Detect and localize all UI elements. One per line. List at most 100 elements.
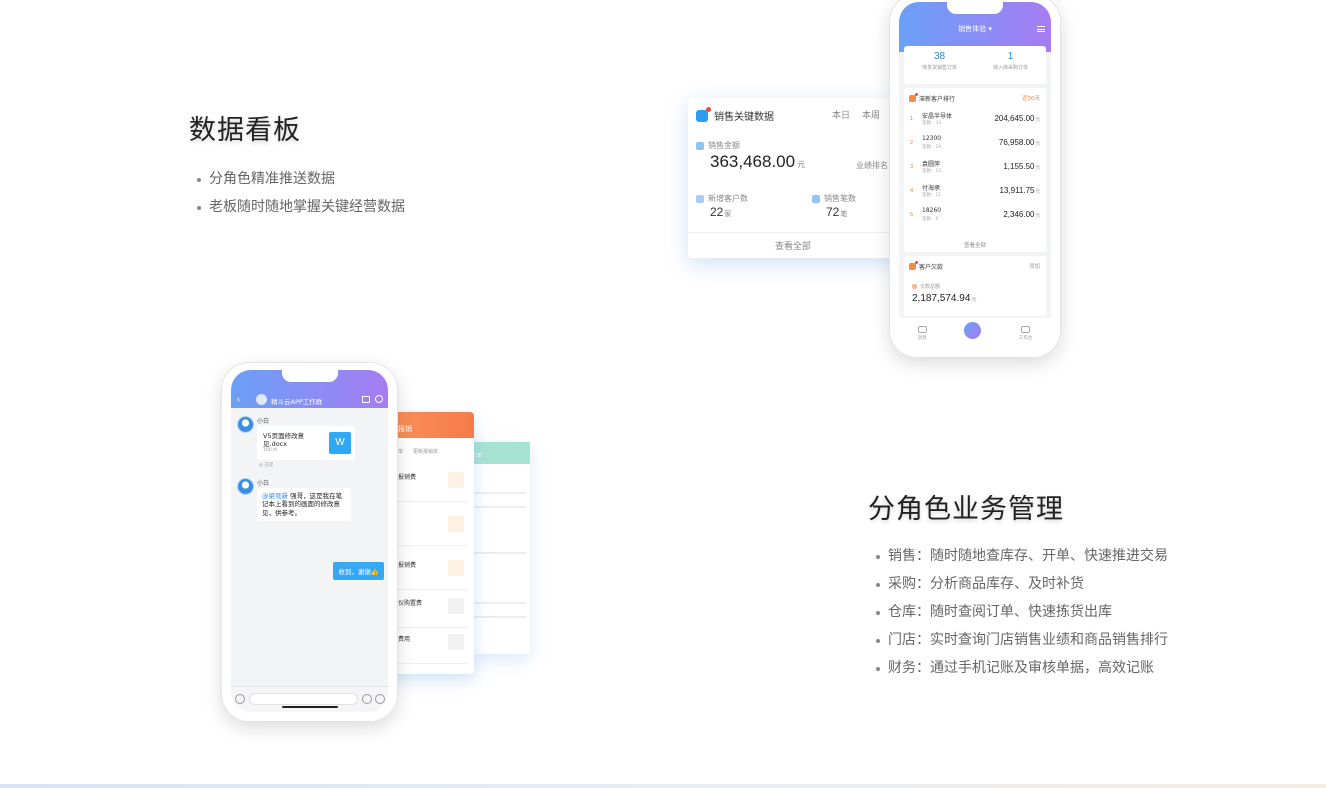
home-indicator — [281, 706, 338, 708]
expense-tabs: 单 更新报销单 — [398, 448, 438, 455]
stat-pending-shipment[interactable]: 38 待发货销售订单 — [904, 46, 975, 84]
stat-pending-inbound[interactable]: 1 待入库采购订单 — [975, 46, 1046, 84]
tab-update[interactable]: 更新报销单 — [413, 448, 438, 455]
grid-icon — [1021, 325, 1030, 333]
list-item: 分角色精准推送数据 — [193, 165, 405, 193]
sales-amount-value: 363,468.00 元 — [710, 152, 806, 171]
list-item: 门店：实时查询门店销售业绩和商品销售排行 — [872, 626, 1168, 654]
work-order-preview-card: 工单 — [468, 442, 530, 654]
word-doc-icon: W — [329, 432, 351, 454]
sender-name: 小白 — [257, 480, 270, 487]
read-status: ◎ 已读 — [259, 463, 274, 468]
ranking-row[interactable]: 1 安晶半导体 笔数：33 204,645.00元 — [910, 110, 1040, 130]
new-customers-value: 22家 — [710, 205, 732, 219]
text-message[interactable]: @梁竞新 强哥，这是我在笔记本上看到的画面的修改意见，供参考。 — [257, 488, 351, 522]
performance-rank-link[interactable]: 业绩排名 — [856, 160, 888, 171]
avatar[interactable] — [237, 416, 254, 433]
tab-today[interactable]: 本日 — [832, 108, 850, 121]
customer-icon — [696, 194, 704, 203]
bar-chart-icon — [812, 194, 820, 203]
plus-icon[interactable] — [375, 694, 385, 704]
list-item: 采购：分析商品库存、及时补货 — [872, 570, 1168, 598]
thumb-icon — [448, 598, 464, 614]
ranking-row[interactable]: 2 12300 笔数：24 76,958.00元 — [910, 134, 1040, 154]
menu-icon[interactable] — [1037, 26, 1045, 32]
emoji-icon[interactable] — [362, 694, 372, 704]
dashboard-feature-list: 分角色精准推送数据 老板随时随地掌握关键经营数据 — [193, 165, 405, 221]
ranking-period[interactable]: 近30天 — [1022, 94, 1040, 102]
back-arrow-icon[interactable]: ‹ — [237, 394, 240, 404]
debt-icon — [909, 261, 918, 270]
section-title-dashboard: 数据看板 — [189, 115, 301, 146]
list-item: 财务：通过手机记账及审核单据，高效记账 — [872, 654, 1168, 682]
thumb-icon — [448, 516, 464, 532]
expense-item[interactable]: 报销费 — [394, 466, 468, 502]
text-line — [472, 506, 526, 508]
tab-messages[interactable]: 消息 — [917, 325, 927, 341]
debt-total-value: 2,187,574.94元 — [912, 293, 977, 304]
chat-input[interactable] — [249, 693, 358, 705]
header-title[interactable]: 销售体验 ▾ — [899, 24, 1051, 34]
app-logo-icon — [696, 106, 711, 122]
avatar[interactable] — [237, 478, 254, 495]
stats-panel: 38 待发货销售订单 1 待入库采购订单 — [904, 46, 1046, 84]
phone-screen: ‹ 精斗云APP工作群 小白 V5页面修改意见.docx 100 M W ◎ 已… — [231, 370, 388, 712]
group-title: 精斗云APP工作群 — [271, 398, 323, 406]
divider — [688, 232, 898, 233]
section-title-role-management: 分角色业务管理 — [868, 494, 1064, 525]
ranking-header: 滞新客户排行 — [909, 93, 955, 103]
thumb-icon — [448, 560, 464, 576]
home-center-button[interactable] — [964, 321, 982, 339]
sales-orders-label: 销售笔数 — [812, 193, 856, 204]
card-title: 销售关键数据 — [714, 112, 774, 123]
list-item: 销售：随时随地查库存、开单、快速推进交易 — [872, 542, 1168, 570]
money-bag-icon — [696, 141, 704, 150]
briefcase-icon[interactable] — [362, 396, 370, 403]
ranking-row[interactable]: 3 袁圆萍 笔数：13 1,155.50元 — [910, 158, 1040, 178]
tab-orders[interactable]: 单 — [398, 448, 403, 455]
ranking-icon — [909, 93, 918, 102]
ranking-row[interactable]: 5 18260 笔数：9 2,346.00元 — [910, 206, 1040, 226]
member-icon[interactable] — [375, 395, 383, 403]
tab-workbench[interactable]: 工作台 — [1019, 325, 1032, 341]
phone-mockup-sales: 销售体验 ▾ 38 待发货销售订单 1 待入库采购订单 滞新客户排行 近30天 … — [889, 0, 1061, 358]
role-feature-list: 销售：随时随地查库存、开单、快速推进交易 采购：分析商品库存、及时补货 仓库：随… — [872, 542, 1168, 682]
phone-notch — [281, 370, 338, 382]
thumb-icon — [448, 634, 464, 650]
ranking-row[interactable]: 4 付海承 笔数：11 13,911.75元 — [910, 182, 1040, 202]
text-line — [472, 602, 526, 604]
debt-header: 客户欠款 — [909, 261, 943, 271]
phone-notch — [947, 2, 1003, 14]
text-line — [472, 492, 526, 494]
expense-item[interactable]: 报销费 — [394, 554, 468, 590]
expense-item[interactable]: 仪购置费 — [394, 592, 468, 628]
my-reply-message[interactable]: 收到，谢谢👍 — [333, 562, 384, 580]
file-name: V5页面修改意见.docx — [263, 432, 305, 449]
view-all-link[interactable]: 查看全部 — [688, 239, 898, 252]
message-icon — [917, 325, 927, 333]
group-avatar — [256, 394, 267, 405]
card-header: 销售关键数据 — [696, 106, 774, 123]
footer-divider — [0, 784, 1326, 788]
new-customers-label: 新增客户数 — [696, 193, 748, 204]
file-size: 100 M — [263, 448, 277, 453]
voice-icon[interactable] — [235, 694, 245, 704]
text-line — [472, 552, 526, 554]
bottom-tabbar: 消息 工作台 — [899, 318, 1051, 348]
sales-key-data-card: 销售关键数据 本日 本周 销售金额 363,468.00 元 业绩排名 新增客户数… — [688, 98, 898, 258]
period-tabs: 本日 本周 — [832, 108, 880, 121]
thumb-icon — [448, 472, 464, 488]
mention-tag[interactable]: @梁竞新 — [262, 492, 288, 500]
expense-item[interactable]: 费用 — [394, 628, 468, 664]
debt-total-label: 欠款总额 — [912, 283, 940, 290]
text-line — [472, 616, 526, 618]
expense-item[interactable] — [394, 510, 468, 546]
customer-debt-panel: 客户欠款 添加 欠款总额 2,187,574.94元 — [904, 256, 1046, 316]
list-item: 老板随时随地掌握关键经营数据 — [193, 193, 405, 221]
phone-screen: 销售体验 ▾ 38 待发货销售订单 1 待入库采购订单 滞新客户排行 近30天 … — [899, 2, 1051, 348]
list-item: 仓库：随时查阅订单、快速拣货出库 — [872, 598, 1168, 626]
tab-week[interactable]: 本周 — [862, 108, 880, 121]
debt-add-button[interactable]: 添加 — [1029, 262, 1040, 270]
ranking-view-all[interactable]: 查看全部 — [904, 241, 1046, 249]
file-message[interactable]: V5页面修改意见.docx 100 M W — [257, 426, 355, 460]
